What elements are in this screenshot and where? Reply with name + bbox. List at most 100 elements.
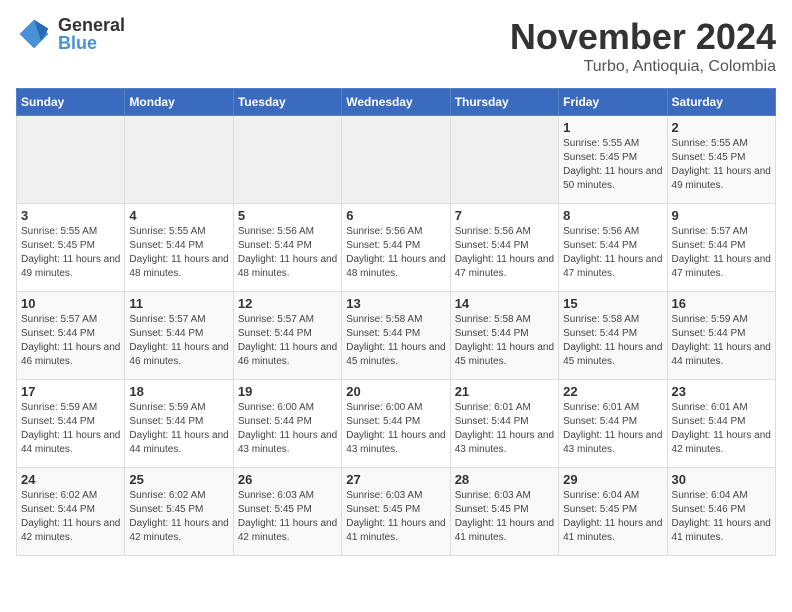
calendar-cell: 12 Sunrise: 5:57 AM Sunset: 5:44 PM Dayli… — [233, 292, 341, 380]
day-number: 5 — [238, 208, 337, 223]
day-info: Sunrise: 6:04 AM Sunset: 5:46 PM Dayligh… — [672, 489, 771, 545]
calendar-table: SundayMondayTuesdayWednesdayThursdayFrid… — [16, 88, 776, 556]
calendar-cell: 9Sunrise: 5:57 AM Sunset: 5:44 PM Daylig… — [667, 204, 775, 292]
day-info: Sunrise: 5:55 AM Sunset: 5:45 PM Dayligh… — [563, 137, 662, 193]
day-info: Sunrise: 5:55 AM Sunset: 5:44 PM Dayligh… — [129, 225, 228, 281]
day-info: Sunrise: 6:03 AM Sunset: 5:45 PM Dayligh… — [455, 489, 554, 545]
day-info: Sunrise: 5:58 AM Sunset: 5:44 PM Dayligh… — [455, 313, 554, 369]
day-number: 22 — [563, 384, 662, 399]
calendar-cell: 11 Sunrise: 5:57 AM Sunset: 5:44 PM Dayli… — [125, 292, 233, 380]
header-saturday: Saturday — [667, 89, 775, 116]
location-subtitle: Turbo, Antioquia, Colombia — [510, 58, 776, 76]
header-sunday: Sunday — [17, 89, 125, 116]
calendar-week-0: 1 Sunrise: 5:55 AM Sunset: 5:45 PM Daylig… — [17, 116, 776, 204]
calendar-cell: 2Sunrise: 5:55 AM Sunset: 5:45 PM Daylig… — [667, 116, 775, 204]
day-number: 29 — [563, 472, 662, 487]
title-area: November 2024 Turbo, Antioquia, Colombia — [510, 16, 776, 76]
day-number: 12 — [238, 296, 337, 311]
day-number: 3 — [21, 208, 120, 223]
header-thursday: Thursday — [450, 89, 558, 116]
header-wednesday: Wednesday — [342, 89, 450, 116]
day-info: Sunrise: 5:57 AM Sunset: 5:44 PM Dayligh… — [672, 225, 771, 281]
day-number: 6 — [346, 208, 445, 223]
day-info: Sunrise: 5:56 AM Sunset: 5:44 PM Dayligh… — [238, 225, 337, 281]
day-info: Sunrise: 6:01 AM Sunset: 5:44 PM Dayligh… — [455, 401, 554, 457]
day-number: 10 — [21, 296, 120, 311]
day-number: 16 — [672, 296, 771, 311]
calendar-cell — [450, 116, 558, 204]
calendar-cell: 23Sunrise: 6:01 AM Sunset: 5:44 PM Dayli… — [667, 380, 775, 468]
calendar-cell: 28 Sunrise: 6:03 AM Sunset: 5:45 PM Dayli… — [450, 468, 558, 556]
day-number: 7 — [455, 208, 554, 223]
calendar-cell — [17, 116, 125, 204]
day-info: Sunrise: 5:59 AM Sunset: 5:44 PM Dayligh… — [129, 401, 228, 457]
day-info: Sunrise: 6:01 AM Sunset: 5:44 PM Dayligh… — [563, 401, 662, 457]
logo-line1: General — [58, 16, 125, 34]
day-info: Sunrise: 5:57 AM Sunset: 5:44 PM Dayligh… — [21, 313, 120, 369]
calendar-cell: 4 Sunrise: 5:55 AM Sunset: 5:44 PM Daylig… — [125, 204, 233, 292]
header-tuesday: Tuesday — [233, 89, 341, 116]
day-info: Sunrise: 6:03 AM Sunset: 5:45 PM Dayligh… — [346, 489, 445, 545]
calendar-cell: 1 Sunrise: 5:55 AM Sunset: 5:45 PM Daylig… — [559, 116, 667, 204]
calendar-cell: 18 Sunrise: 5:59 AM Sunset: 5:44 PM Dayli… — [125, 380, 233, 468]
month-title: November 2024 — [510, 16, 776, 58]
day-number: 26 — [238, 472, 337, 487]
logo-line2: Blue — [58, 34, 125, 52]
calendar-cell: 5 Sunrise: 5:56 AM Sunset: 5:44 PM Daylig… — [233, 204, 341, 292]
logo: General Blue — [16, 16, 125, 52]
calendar-cell: 25 Sunrise: 6:02 AM Sunset: 5:45 PM Dayli… — [125, 468, 233, 556]
calendar-cell: 24 Sunrise: 6:02 AM Sunset: 5:44 PM Dayli… — [17, 468, 125, 556]
calendar-cell — [125, 116, 233, 204]
day-info: Sunrise: 6:04 AM Sunset: 5:45 PM Dayligh… — [563, 489, 662, 545]
calendar-week-2: 10 Sunrise: 5:57 AM Sunset: 5:44 PM Dayli… — [17, 292, 776, 380]
logo-icon — [16, 16, 52, 52]
calendar-cell: 26 Sunrise: 6:03 AM Sunset: 5:45 PM Dayli… — [233, 468, 341, 556]
header-monday: Monday — [125, 89, 233, 116]
calendar-week-4: 24 Sunrise: 6:02 AM Sunset: 5:44 PM Dayli… — [17, 468, 776, 556]
calendar-cell: 22 Sunrise: 6:01 AM Sunset: 5:44 PM Dayli… — [559, 380, 667, 468]
calendar-cell: 21 Sunrise: 6:01 AM Sunset: 5:44 PM Dayli… — [450, 380, 558, 468]
day-number: 18 — [129, 384, 228, 399]
day-info: Sunrise: 5:58 AM Sunset: 5:44 PM Dayligh… — [563, 313, 662, 369]
day-number: 21 — [455, 384, 554, 399]
calendar-cell — [342, 116, 450, 204]
day-info: Sunrise: 6:02 AM Sunset: 5:44 PM Dayligh… — [21, 489, 120, 545]
day-number: 17 — [21, 384, 120, 399]
day-info: Sunrise: 6:00 AM Sunset: 5:44 PM Dayligh… — [346, 401, 445, 457]
day-info: Sunrise: 5:56 AM Sunset: 5:44 PM Dayligh… — [346, 225, 445, 281]
calendar-cell: 10 Sunrise: 5:57 AM Sunset: 5:44 PM Dayli… — [17, 292, 125, 380]
calendar-cell: 27 Sunrise: 6:03 AM Sunset: 5:45 PM Dayli… — [342, 468, 450, 556]
header: General Blue November 2024 Turbo, Antioq… — [16, 16, 776, 76]
calendar-cell — [233, 116, 341, 204]
day-number: 25 — [129, 472, 228, 487]
day-info: Sunrise: 5:58 AM Sunset: 5:44 PM Dayligh… — [346, 313, 445, 369]
calendar-cell: 17Sunrise: 5:59 AM Sunset: 5:44 PM Dayli… — [17, 380, 125, 468]
header-friday: Friday — [559, 89, 667, 116]
day-info: Sunrise: 5:59 AM Sunset: 5:44 PM Dayligh… — [672, 313, 771, 369]
day-number: 15 — [563, 296, 662, 311]
day-info: Sunrise: 6:02 AM Sunset: 5:45 PM Dayligh… — [129, 489, 228, 545]
day-number: 23 — [672, 384, 771, 399]
day-number: 14 — [455, 296, 554, 311]
calendar-cell: 30 Sunrise: 6:04 AM Sunset: 5:46 PM Dayli… — [667, 468, 775, 556]
day-info: Sunrise: 5:57 AM Sunset: 5:44 PM Dayligh… — [129, 313, 228, 369]
day-info: Sunrise: 6:03 AM Sunset: 5:45 PM Dayligh… — [238, 489, 337, 545]
day-number: 27 — [346, 472, 445, 487]
calendar-cell: 8Sunrise: 5:56 AM Sunset: 5:44 PM Daylig… — [559, 204, 667, 292]
day-info: Sunrise: 5:57 AM Sunset: 5:44 PM Dayligh… — [238, 313, 337, 369]
day-number: 4 — [129, 208, 228, 223]
day-info: Sunrise: 5:55 AM Sunset: 5:45 PM Dayligh… — [672, 137, 771, 193]
day-info: Sunrise: 6:00 AM Sunset: 5:44 PM Dayligh… — [238, 401, 337, 457]
calendar-cell: 29 Sunrise: 6:04 AM Sunset: 5:45 PM Dayli… — [559, 468, 667, 556]
calendar-cell: 15 Sunrise: 5:58 AM Sunset: 5:44 PM Dayli… — [559, 292, 667, 380]
day-info: Sunrise: 5:56 AM Sunset: 5:44 PM Dayligh… — [455, 225, 554, 281]
calendar-cell: 7 Sunrise: 5:56 AM Sunset: 5:44 PM Daylig… — [450, 204, 558, 292]
calendar-cell: 3Sunrise: 5:55 AM Sunset: 5:45 PM Daylig… — [17, 204, 125, 292]
day-number: 30 — [672, 472, 771, 487]
day-number: 24 — [21, 472, 120, 487]
day-number: 1 — [563, 120, 662, 135]
day-number: 19 — [238, 384, 337, 399]
calendar-week-1: 3Sunrise: 5:55 AM Sunset: 5:45 PM Daylig… — [17, 204, 776, 292]
day-number: 28 — [455, 472, 554, 487]
day-number: 11 — [129, 296, 228, 311]
